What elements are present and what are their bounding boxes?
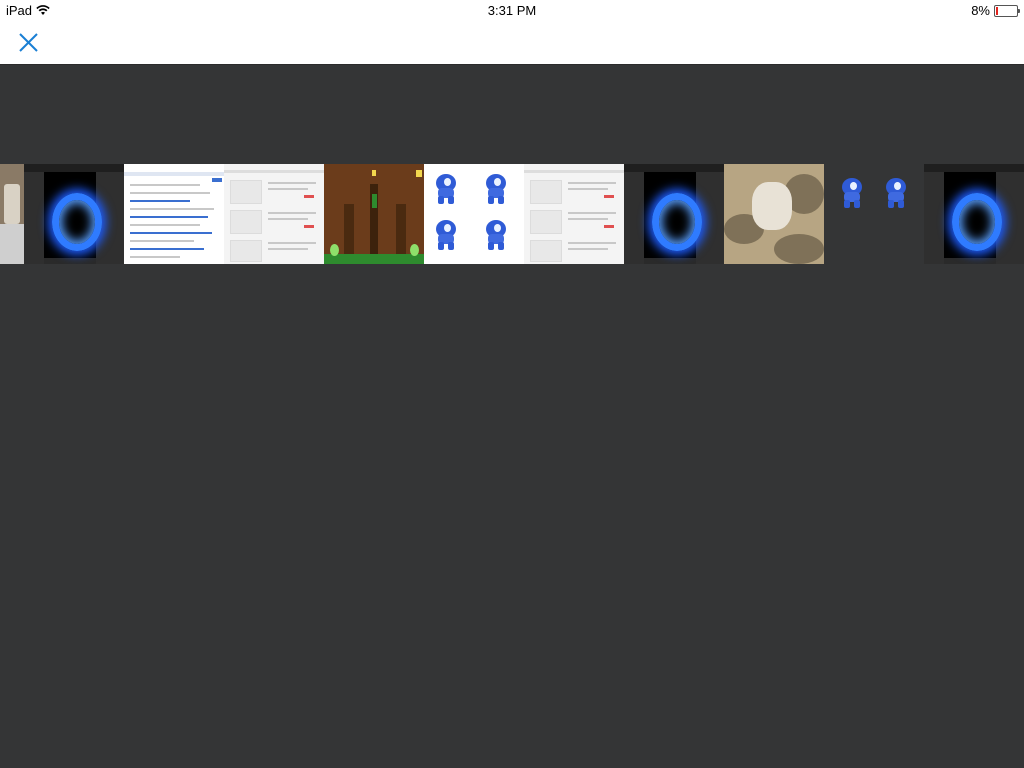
battery-percentage: 8% <box>971 3 990 18</box>
battery-level <box>996 6 998 15</box>
status-time: 3:31 PM <box>487 3 537 18</box>
thumbnail-photo[interactable] <box>724 164 824 264</box>
glow-ring-image <box>52 193 102 251</box>
thumbnail-document[interactable] <box>124 164 224 264</box>
glow-ring-image <box>652 193 702 251</box>
status-right: 8% <box>971 3 1020 18</box>
close-button[interactable] <box>14 28 44 58</box>
thumbnail-app-screenshot[interactable] <box>624 164 724 264</box>
thumbnail-app-screenshot[interactable] <box>924 164 1024 264</box>
thumbnail-sprite-sheet[interactable] <box>824 164 924 264</box>
thumbnail-app-screenshot[interactable] <box>24 164 124 264</box>
thumbnail-document[interactable] <box>524 164 624 264</box>
thumbnail-sprite-sheet[interactable] <box>424 164 524 264</box>
thumbnail-game-screenshot[interactable] <box>324 164 424 264</box>
battery-icon <box>994 4 1020 17</box>
thumbnail-document[interactable] <box>224 164 324 264</box>
thumbnail-partial-photo[interactable] <box>0 164 24 264</box>
navigation-bar <box>0 22 1024 65</box>
close-icon <box>19 33 38 52</box>
status-bar: iPad 3:31 PM 8% <box>0 0 1024 22</box>
glow-ring-image <box>952 193 1002 251</box>
dog-image <box>752 182 792 230</box>
thumbnail-strip[interactable] <box>0 164 1024 264</box>
